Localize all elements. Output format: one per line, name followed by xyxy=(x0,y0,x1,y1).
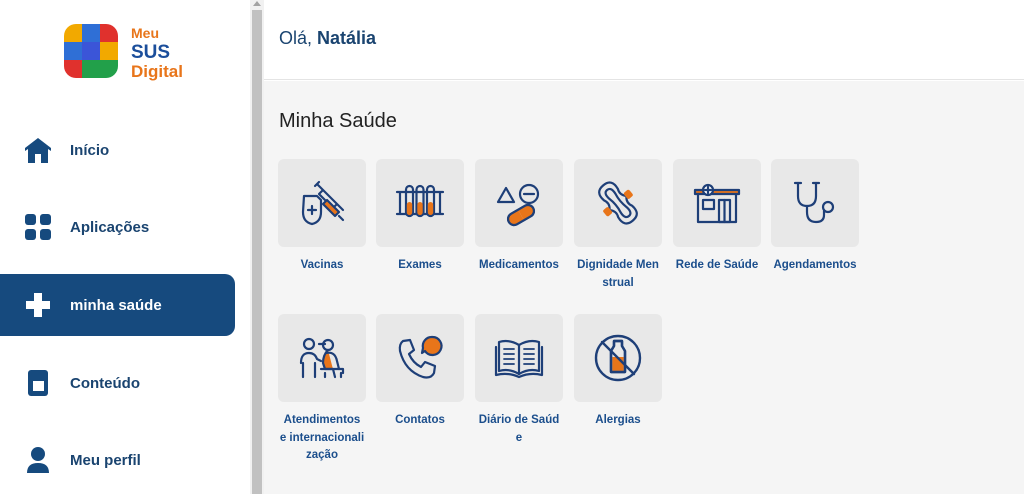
sidebar-item-meu-perfil[interactable]: Meu perfil xyxy=(0,429,235,491)
sidebar-item-aplicacoes[interactable]: Aplicações xyxy=(0,196,235,258)
health-cross-icon xyxy=(22,289,54,321)
logo-mark-icon xyxy=(64,24,118,78)
sidebar-item-label: Conteúdo xyxy=(70,374,140,392)
header: Olá, Natália xyxy=(264,0,1024,80)
sidebar: Meu SUS Digital Início Aplicações minha … xyxy=(0,0,250,494)
tile-label: Vacinas xyxy=(300,259,344,271)
stethoscope-icon xyxy=(793,181,835,224)
tile-label: Atendimentos e internacionalização xyxy=(279,414,365,461)
tile-box[interactable] xyxy=(278,314,366,402)
logo-line-3: Digital xyxy=(131,62,183,81)
tile-dignidade-menstrual[interactable]: Dignidade Menstrual xyxy=(574,159,662,292)
phone-chat-icon xyxy=(398,335,443,379)
greeting-prefix: Olá, xyxy=(279,28,313,48)
open-book-icon xyxy=(494,339,544,379)
tile-label: Dignidade Menstrual xyxy=(577,259,659,289)
tile-atendimentos[interactable]: Atendimentos e internacionalização xyxy=(278,314,366,465)
logo-text: Meu SUS Digital xyxy=(131,24,183,81)
hospital-icon xyxy=(693,183,741,224)
tile-box[interactable] xyxy=(278,159,366,247)
book-icon xyxy=(22,367,54,399)
sidebar-item-minha-saude[interactable]: minha saúde xyxy=(0,274,235,336)
sidebar-item-label: Aplicações xyxy=(70,218,150,236)
sidebar-item-label: Meu perfil xyxy=(70,451,141,469)
tile-box[interactable] xyxy=(771,159,859,247)
tile-label: Rede de Saúde xyxy=(675,259,759,271)
tile-diario-de-saude[interactable]: Diário de Saúde xyxy=(475,314,563,447)
tile-box[interactable] xyxy=(673,159,761,247)
tile-box[interactable] xyxy=(574,314,662,402)
sidebar-item-conteudo[interactable]: Conteúdo xyxy=(0,352,235,414)
scroll-up-arrow-icon[interactable] xyxy=(253,1,261,6)
tile-box[interactable] xyxy=(574,159,662,247)
tile-label: Agendamentos xyxy=(773,259,857,271)
tile-box[interactable] xyxy=(475,159,563,247)
test-tubes-icon xyxy=(395,184,445,218)
tile-medicamentos[interactable]: Medicamentos xyxy=(475,159,563,275)
tile-alergias[interactable]: Alergias xyxy=(574,314,662,430)
logo-line-1: Meu xyxy=(131,25,159,41)
doctor-patient-icon xyxy=(299,337,345,379)
tile-box[interactable] xyxy=(376,314,464,402)
tile-vacinas[interactable]: Vacinas xyxy=(278,159,366,275)
tile-rede-de-saude[interactable]: Rede de Saúde xyxy=(673,159,761,275)
logo[interactable]: Meu SUS Digital xyxy=(64,24,183,81)
tile-label: Alergias xyxy=(595,414,641,426)
scrollbar-thumb[interactable] xyxy=(252,10,262,494)
home-icon xyxy=(22,134,54,166)
tile-contatos[interactable]: Contatos xyxy=(376,314,464,430)
tile-label: Contatos xyxy=(395,414,445,426)
tile-box[interactable] xyxy=(376,159,464,247)
allergy-milk-icon xyxy=(594,334,642,382)
sanitary-pad-icon xyxy=(598,181,638,225)
vaccine-icon xyxy=(301,180,345,226)
pills-icon xyxy=(496,183,540,227)
tile-agendamentos[interactable]: Agendamentos xyxy=(771,159,859,275)
tile-exames[interactable]: Exames xyxy=(376,159,464,275)
sidebar-item-label: minha saúde xyxy=(70,296,162,314)
tile-box[interactable] xyxy=(475,314,563,402)
tile-label: Medicamentos xyxy=(479,259,559,271)
section-title: Minha Saúde xyxy=(279,110,397,132)
sidebar-item-inicio[interactable]: Início xyxy=(0,119,235,181)
tile-label: Exames xyxy=(398,259,442,271)
main-content: Minha Saúde Vacinas Exames Medicamentos … xyxy=(264,81,1024,494)
sidebar-item-label: Início xyxy=(70,141,110,159)
user-icon xyxy=(22,444,54,476)
logo-line-2: SUS xyxy=(131,42,171,63)
apps-grid-icon xyxy=(22,211,54,243)
tile-label: Diário de Saúde xyxy=(478,414,560,444)
user-name: Natália xyxy=(317,28,377,48)
greeting: Olá, Natália xyxy=(279,28,376,49)
